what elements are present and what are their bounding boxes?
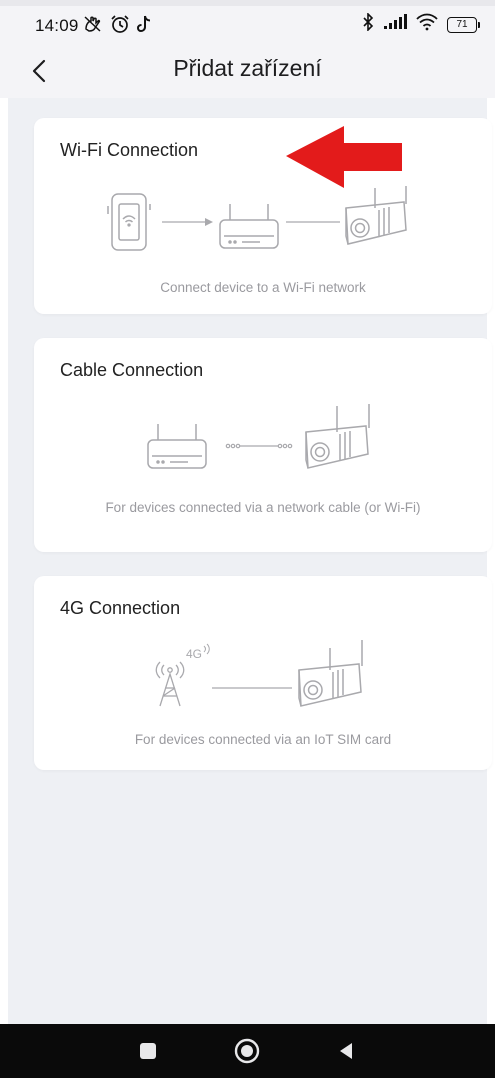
wifi-icon — [416, 13, 438, 36]
cable-connection-card[interactable]: Cable Connection For devices connected v… — [34, 338, 492, 552]
back-icon — [340, 1043, 352, 1059]
phone-screen: 14:09 71 Přidat zařízení Wi-Fi Connectio… — [0, 0, 495, 1078]
navigation-bar — [0, 1024, 495, 1078]
tiktok-icon — [136, 15, 152, 38]
wifi-connection-illustration — [107, 186, 407, 251]
status-left-icons — [82, 14, 152, 39]
status-time: 14:09 — [35, 16, 79, 35]
cable-connection-illustration — [147, 404, 370, 469]
alarm-icon — [110, 14, 130, 39]
status-top-edge — [0, 0, 495, 6]
arrow-connector — [162, 218, 213, 226]
4g-badge: 4G — [186, 647, 202, 661]
cell-tower-icon — [155, 661, 185, 707]
card-description: Connect device to a Wi-Fi network — [160, 280, 366, 295]
home-icon — [234, 1038, 260, 1064]
card-title: 4G Connection — [60, 598, 181, 618]
bluetooth-icon — [362, 12, 374, 36]
card-description: For devices connected via a network cabl… — [105, 500, 421, 515]
camera-icon — [345, 186, 407, 245]
phone-wifi-icon — [107, 193, 151, 251]
wifi-connection-card[interactable]: Wi-Fi Connection Connect device to a Wi-… — [34, 118, 492, 314]
hand-off-icon — [82, 15, 104, 38]
router-icon — [147, 424, 207, 469]
status-bar: 14:09 71 — [0, 0, 495, 44]
card-title: Cable Connection — [60, 360, 204, 380]
battery-icon: 71 — [447, 16, 480, 33]
camera-icon — [305, 404, 370, 469]
recents-icon — [140, 1043, 156, 1059]
card-description: For devices connected via an IoT SIM car… — [134, 732, 392, 747]
recents-button[interactable] — [133, 1036, 163, 1066]
card-title: Wi-Fi Connection — [60, 140, 199, 160]
signal-icon — [383, 14, 407, 35]
camera-icon — [298, 640, 363, 707]
router-icon — [219, 204, 279, 249]
back-nav-button[interactable] — [331, 1036, 361, 1066]
network-cable — [225, 443, 293, 449]
content-area: Wi-Fi Connection Connect device to a Wi-… — [8, 98, 492, 1024]
signal-waves-icon — [203, 643, 210, 655]
red-arrow-icon — [286, 126, 402, 188]
page-title: Přidat zařízení — [173, 55, 322, 81]
status-right-icons: 71 — [362, 12, 480, 36]
app-header: Přidat zařízení — [0, 44, 495, 98]
4g-connection-illustration: 4G — [155, 640, 363, 707]
home-button[interactable] — [232, 1036, 262, 1066]
4g-connection-card[interactable]: 4G Connection 4G For devices connected v… — [34, 576, 492, 770]
